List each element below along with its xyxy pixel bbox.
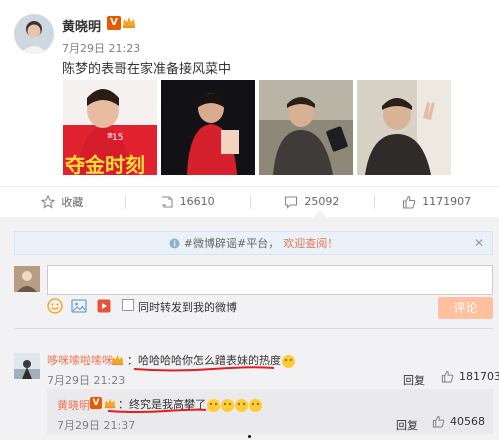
weibo-post: 黄晓明 V 7月29日 21:23 陈梦的表哥在家准备接风菜中 第 15 夺金时… [0,0,499,185]
red-underline-annotation [107,408,207,413]
info-icon [169,238,180,248]
comment-timestamp: 7月29日 21:23 [47,374,126,387]
submit-comment-button[interactable]: 评论 [438,297,493,319]
thumbs-up-icon [403,195,416,209]
emoji-picker-icon[interactable] [47,298,63,314]
comment-icon [285,195,298,209]
commenter-avatar[interactable] [14,353,40,379]
photo-man-phone-icon [259,80,353,175]
reply-box: 黄晓明 V ：终究是我高攀了 7月29日 21:37 回复 40568 [47,389,493,434]
commenter-name[interactable]: 哆咪嗦啦嗦咪 [47,352,113,368]
crown-icon [111,354,124,366]
repost-count: 16610 [179,195,215,208]
reply-link[interactable]: 回复 [396,417,418,433]
rumor-notice-bar: #微博辟谣#平台， 欢迎查阅！ ✕ [14,231,493,255]
photo-1[interactable]: 第 15 夺金时刻 [63,80,157,175]
favorite-label: 收藏 [61,195,84,209]
grin-emoji-icon [249,398,262,412]
star-icon [41,194,56,209]
thumbs-up-icon [441,370,454,383]
like-button[interactable]: 1171907 [374,187,499,216]
author-avatar[interactable] [14,14,54,54]
comment-like-button[interactable]: 181703 [441,370,499,383]
photo-man-car-peace-icon [357,80,451,175]
reply-like-button[interactable]: 40568 [432,415,485,428]
post-action-bar: 收藏 16610 25092 1171907 [0,186,499,216]
verified-badge-icon: V [107,16,121,30]
smirk-emoji-icon [282,354,295,368]
my-avatar [14,266,40,292]
reply-link[interactable]: 回复 [403,372,425,388]
reply-like-count: 40568 [450,415,485,428]
thumbs-up-icon [432,415,445,428]
photo-grid: 第 15 夺金时刻 [63,80,451,175]
poster-number: 15 [112,133,123,143]
comment-like-count: 181703 [459,370,499,383]
photo-3[interactable] [259,80,353,175]
notice-text: #微博辟谣#平台， [183,237,280,250]
comment-input[interactable] [47,265,493,295]
cursor-dot [248,435,251,438]
also-repost-checkbox[interactable] [122,299,134,311]
laugh-emoji-icon [207,398,220,412]
comment-button[interactable]: 25092 [249,187,375,216]
poster-title: 夺金时刻 [64,153,145,175]
active-tab-pointer [313,210,327,217]
also-repost-label: 同时转发到我的微博 [138,301,237,314]
repost-button[interactable]: 16610 [124,187,250,216]
verified-badge-icon: V [90,397,102,409]
like-count: 1171907 [422,195,472,208]
laugh-emoji-icon [221,398,234,412]
photo-athlete-dark-icon [161,80,255,175]
divider [14,328,493,329]
post-content: 陈梦的表哥在家准备接风菜中 [62,62,232,77]
crown-icon [123,17,135,28]
repost-icon [161,195,173,208]
photo-4[interactable] [357,80,451,175]
reply-timestamp: 7月29日 21:37 [57,419,136,432]
photo-athlete-poster-icon: 第 15 夺金时刻 [63,80,157,175]
comment-count: 25092 [304,195,340,208]
reply-author-name[interactable]: 黄晓明 [57,397,90,413]
post-timestamp[interactable]: 7月29日 21:23 [62,40,140,56]
grin-emoji-icon [235,398,248,412]
comment-panel: #微博辟谣#平台， 欢迎查阅！ ✕ 同时转发到我的微博 评论 哆咪嗦啦嗦咪 ：哈… [0,217,499,440]
photo-2[interactable] [161,80,255,175]
video-upload-icon[interactable] [96,298,112,314]
notice-link[interactable]: 欢迎查阅！ [283,235,338,251]
close-icon[interactable]: ✕ [474,236,484,250]
favorite-button[interactable]: 收藏 [0,187,125,216]
author-name[interactable]: 黄晓明 [62,16,101,35]
red-underline-annotation [133,366,275,372]
image-upload-icon[interactable] [71,298,87,314]
